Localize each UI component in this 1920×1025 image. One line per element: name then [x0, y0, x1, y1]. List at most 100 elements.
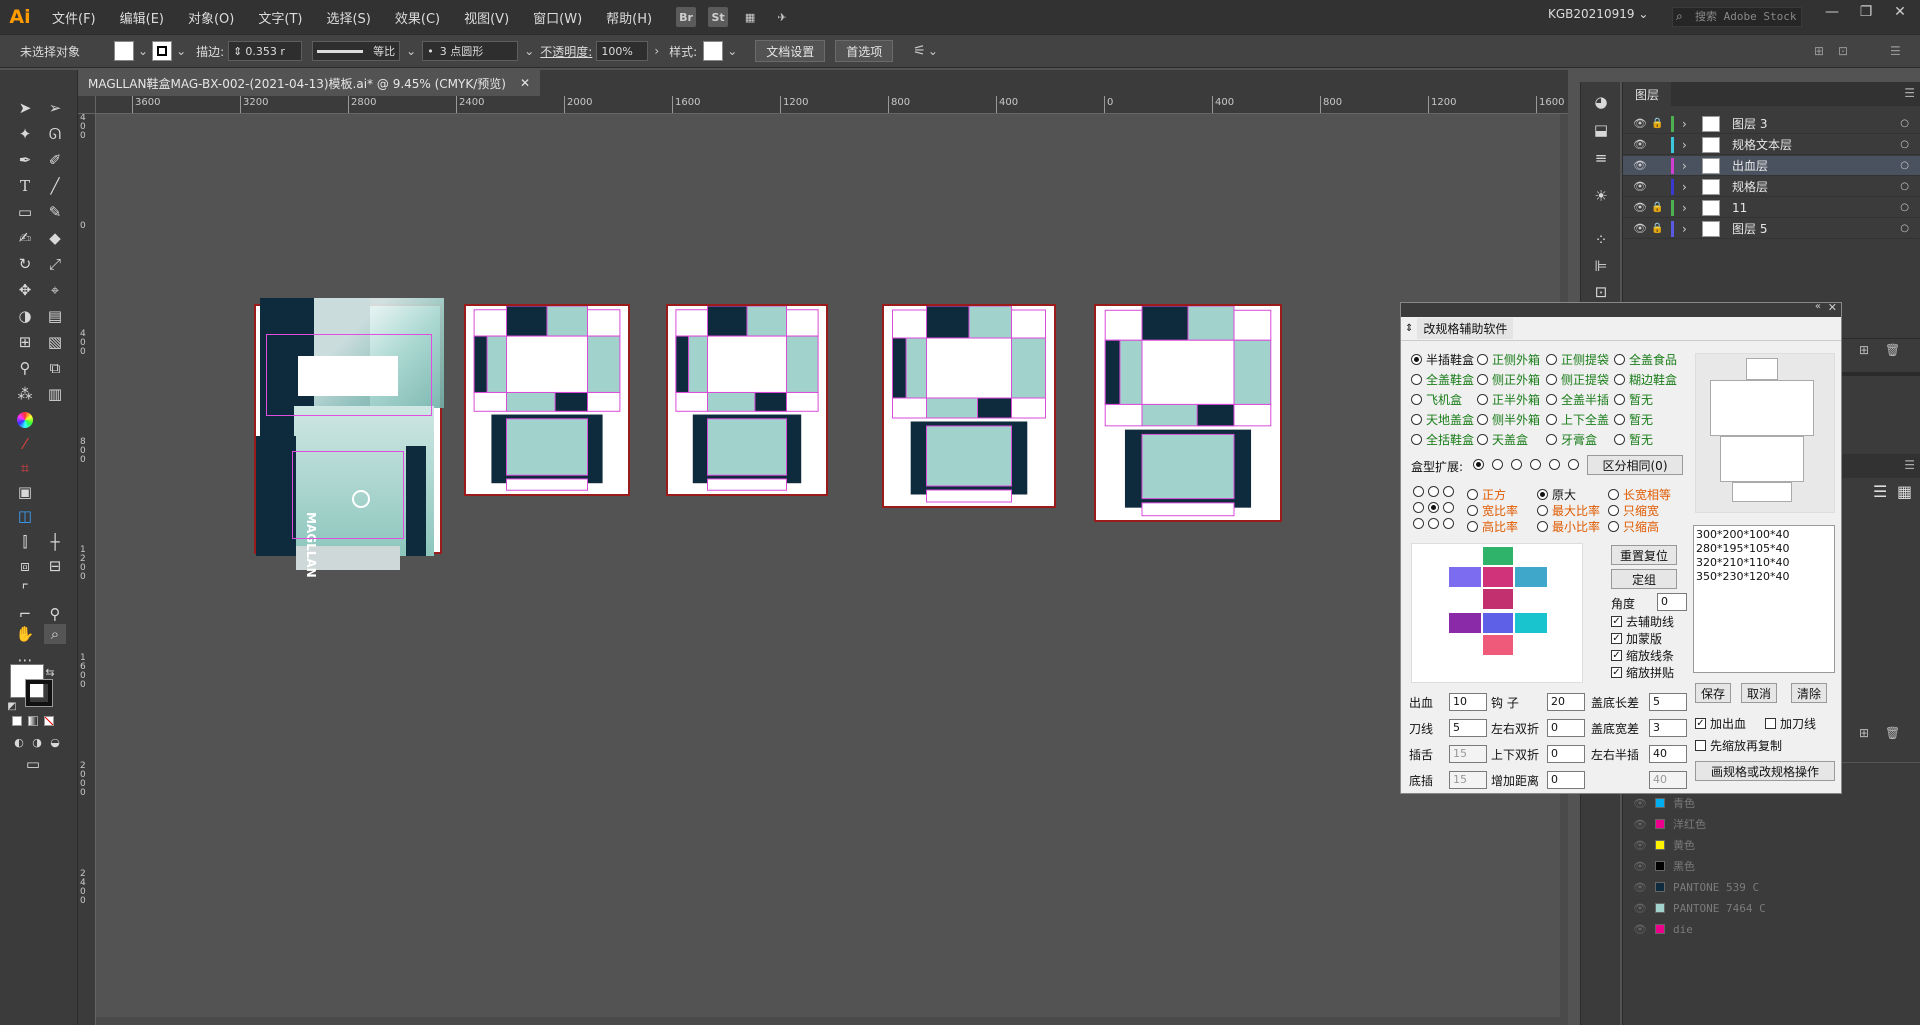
layer-row[interactable]: 👁 › 规格文本层 ○ — [1623, 135, 1920, 155]
swatch-chip[interactable] — [1655, 798, 1665, 808]
menu-item[interactable]: 对象(O) — [176, 8, 246, 27]
box-type-radio[interactable]: 正半外箱 — [1477, 391, 1540, 408]
eraser-tool-icon[interactable]: ◆ — [44, 228, 66, 248]
arrange-icon[interactable]: ⚟ — [913, 43, 926, 59]
scale-tool-icon[interactable]: ⤢ — [44, 254, 66, 274]
box-type-radio[interactable]: 正侧提袋 — [1546, 351, 1609, 368]
visibility-eye-icon[interactable]: 👁 — [1633, 839, 1651, 852]
pen-tool-icon[interactable]: ✒ — [14, 150, 36, 170]
grid-radio[interactable] — [1443, 518, 1454, 529]
knife-tool-icon[interactable]: ⌐ — [14, 604, 36, 624]
workspace-switcher[interactable]: KGB20210919 ⌄ — [1548, 7, 1648, 21]
box-type-radio[interactable]: 全盖半插 — [1546, 391, 1609, 408]
chevron-right-icon[interactable]: › — [1682, 138, 1698, 152]
scale-option-radio[interactable]: 只缩高 — [1608, 518, 1659, 535]
column-graph-tool-icon[interactable]: ▥ — [44, 384, 66, 404]
align-icon[interactable]: ⊞ — [1814, 44, 1824, 58]
box-type-radio[interactable]: 全盖鞋盒 — [1411, 371, 1474, 388]
spec-list-box[interactable]: 300*200*100*40 280*195*105*40 320*210*110*… — [1693, 525, 1835, 673]
box-type-radio[interactable]: 正侧外箱 — [1477, 351, 1540, 368]
visibility-eye-icon[interactable]: 👁 — [1633, 180, 1651, 193]
save-button[interactable]: 保存 — [1695, 683, 1731, 703]
visibility-eye-icon[interactable]: 👁 — [1633, 797, 1651, 810]
measure-tool-icon[interactable]: ┼ — [44, 532, 66, 552]
default-colors-icon[interactable]: ◩ — [6, 696, 18, 716]
live-paint-tool-icon[interactable]: ⧈ — [14, 556, 36, 576]
artboard-1[interactable]: MAGLLAN — [254, 298, 444, 578]
screen-mode-icon[interactable]: ▭ — [22, 754, 44, 774]
perspective-grid-tool-icon[interactable]: ▤ — [44, 306, 66, 326]
menu-item[interactable]: 选择(S) — [314, 8, 382, 27]
stroke-panel-icon[interactable]: ≡ — [1590, 148, 1612, 168]
panel-menu-icon[interactable]: ☰ — [1904, 86, 1915, 100]
visibility-eye-icon[interactable]: 👁 — [1633, 860, 1651, 873]
option-check[interactable]: ✓ 加蒙版 — [1611, 630, 1662, 647]
shape-builder-tool-icon[interactable]: ◑ — [14, 306, 36, 326]
opacity-field[interactable]: 100% — [596, 41, 649, 61]
blend-tool-icon[interactable]: ⧉ — [44, 358, 66, 378]
box-type-radio[interactable]: 牙膏盒 — [1546, 431, 1597, 448]
swatch-chip[interactable] — [1655, 819, 1665, 829]
visibility-eye-icon[interactable]: 👁 — [1633, 902, 1651, 915]
visibility-eye-icon[interactable]: 👁 — [1633, 159, 1651, 172]
box-type-radio[interactable]: 暂无 — [1614, 411, 1653, 428]
panel-menu-icon[interactable]: ☰ — [1890, 44, 1901, 58]
menu-item[interactable]: 文字(T) — [246, 8, 314, 27]
group-button[interactable]: 定组 — [1611, 569, 1677, 589]
type-tool-icon[interactable]: T — [14, 176, 36, 196]
scale-option-radio[interactable]: 最大比率 — [1537, 502, 1600, 519]
layer-row[interactable]: 👁 › 出血层 ○ — [1623, 156, 1920, 176]
field-input[interactable]: 10 — [1449, 693, 1487, 711]
chevron-right-icon[interactable]: › — [1682, 201, 1698, 215]
chevron-right-icon[interactable]: › — [1682, 222, 1698, 236]
menu-item[interactable]: 效果(C) — [383, 8, 452, 27]
cube-tool-icon[interactable]: ◫ — [14, 506, 36, 526]
close-dialog-icon[interactable]: ✕ — [1828, 301, 1837, 314]
box-type-radio[interactable]: 糊边鞋盒 — [1614, 371, 1677, 388]
target-circle-icon[interactable]: ○ — [1900, 160, 1909, 171]
box-type-radio[interactable]: 天盖盒 — [1477, 431, 1528, 448]
expand-radio-4[interactable] — [1530, 459, 1541, 470]
target-circle-icon[interactable]: ○ — [1900, 202, 1909, 213]
lock-icon[interactable]: 🔒 — [1651, 118, 1667, 129]
delete-swatch-icon[interactable]: 🗑 — [1885, 726, 1900, 740]
option-check[interactable]: ✓ 去辅助线 — [1611, 613, 1674, 630]
rectangle-tool-icon[interactable]: ▭ — [14, 202, 36, 222]
brush-select[interactable]: • 3 点圆形 — [422, 41, 519, 61]
grid-radio[interactable] — [1413, 502, 1424, 513]
stroke-weight-field[interactable]: ⇕ 0.353 r — [228, 41, 303, 61]
chevron-down-icon[interactable]: ⌄ — [406, 44, 416, 58]
draw-inside-icon[interactable]: ◒ — [44, 732, 66, 752]
symbols-panel-icon[interactable]: ⁘ — [1590, 230, 1612, 250]
color-wheel-icon[interactable] — [14, 410, 36, 430]
image-trace-icon[interactable]: ⊟ — [44, 556, 66, 576]
menu-item[interactable]: 视图(V) — [452, 8, 521, 27]
panel-menu-icon[interactable]: ☰ — [1904, 458, 1915, 472]
angle-input[interactable]: 0 — [1657, 593, 1687, 611]
chevron-right-icon[interactable]: › — [654, 44, 659, 58]
layer-row[interactable]: 👁 › 规格层 ○ — [1623, 177, 1920, 197]
artboard-5[interactable] — [1094, 304, 1282, 522]
stroke-color-box[interactable] — [25, 679, 53, 707]
transform-icon[interactable]: ⊡ — [1838, 44, 1848, 58]
target-circle-icon[interactable]: ○ — [1900, 181, 1909, 192]
list-view-icon[interactable]: ☰ — [1873, 482, 1887, 501]
artboard-tool-icon[interactable]: ⌗ — [14, 458, 36, 478]
option-check[interactable]: ✓ 缩放线条 — [1611, 647, 1674, 664]
chevron-right-icon[interactable]: › — [1682, 180, 1698, 194]
target-circle-icon[interactable]: ○ — [1900, 139, 1909, 150]
symbol-sprayer-tool-icon[interactable]: ⁂ — [14, 384, 36, 404]
swatch-chip[interactable] — [1655, 840, 1665, 850]
chevron-right-icon[interactable]: › — [1682, 117, 1698, 131]
curvature-tool-icon[interactable]: ✐ — [44, 150, 66, 170]
grid-radio[interactable] — [1413, 518, 1424, 529]
canvas-horizontal-scrollbar[interactable] — [96, 1017, 1568, 1025]
box-type-radio[interactable]: 飞机盒 — [1411, 391, 1462, 408]
none-mode-icon[interactable] — [44, 716, 54, 726]
distinguish-button[interactable]: 区分相同(0) — [1587, 455, 1683, 475]
gpu-performance-icon[interactable]: ✈ — [772, 7, 792, 27]
align-panel-icon[interactable]: ⊫ — [1590, 256, 1612, 276]
slice-tool-icon[interactable]: ⁄ — [14, 434, 36, 454]
swatch-chip[interactable] — [1655, 882, 1665, 892]
layer-row[interactable]: 👁 🔒 › 图层 3 ○ — [1623, 114, 1920, 134]
